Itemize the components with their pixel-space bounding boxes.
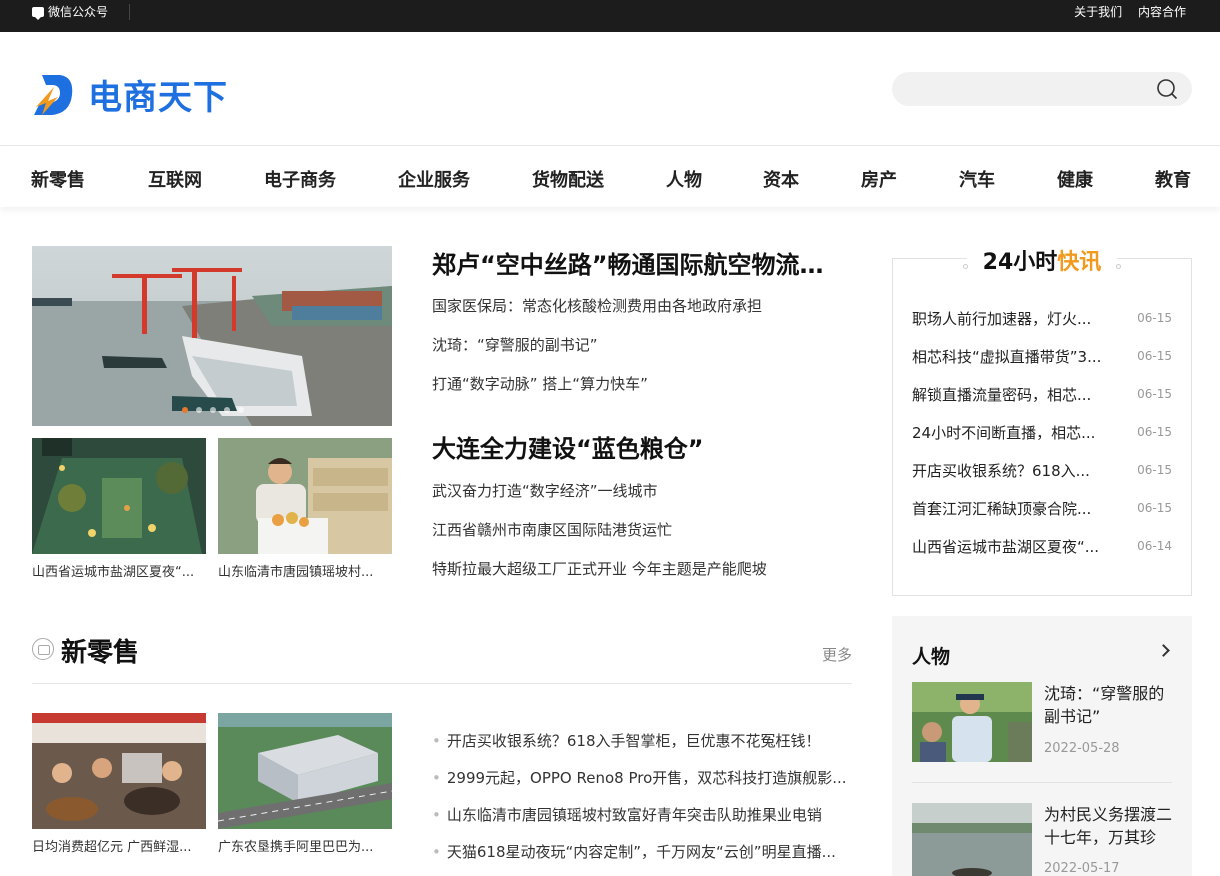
section-news-link[interactable]: 山东临清市唐园镇瑶坡村致富好青年突击队助推果业电销: [432, 804, 852, 825]
carousel-dot[interactable]: [182, 407, 188, 413]
more-link[interactable]: 更多: [822, 644, 852, 665]
flash-item[interactable]: 首套江河汇稀缺顶豪合院... 06-15: [912, 498, 1172, 519]
flash-item-date: 06-15: [1137, 387, 1172, 401]
section-news-link[interactable]: 2999元起，OPPO Reno8 Pro开售，双芯科技打造旗舰影...: [432, 767, 852, 788]
flash-item-title: 开店买收银系统？618入...: [912, 462, 1090, 480]
logo-icon: [34, 74, 73, 115]
flash-item[interactable]: 24小时不间断直播，相芯... 06-15: [912, 422, 1172, 443]
hero-thumb-caption[interactable]: 山东临清市唐园镇瑶坡村...: [218, 561, 392, 580]
flash-item[interactable]: 山西省运城市盐湖区夏夜“... 06-14: [912, 536, 1172, 557]
hero-thumb-fruit-farmer[interactable]: [218, 438, 392, 554]
wechat-label: 微信公众号: [48, 5, 109, 19]
title-dot-right: [1116, 264, 1122, 269]
sub-news-link[interactable]: 江西省赣州市南康区国际陆港货运忙: [432, 519, 672, 540]
sub-news-link[interactable]: 国家医保局：常态化核酸检测费用由各地政府承担: [432, 295, 762, 316]
section-news-link[interactable]: 天猫618星动夜玩“内容定制”，千万网友“云创”明星直播...: [432, 841, 852, 862]
carousel-dot[interactable]: [238, 407, 244, 413]
flash-title-b: 快讯: [1057, 250, 1102, 275]
flash-item[interactable]: 职场人前行加速器，灯火... 06-15: [912, 308, 1172, 329]
nav-item-new-retail[interactable]: 新零售: [31, 166, 85, 192]
hero-carousel-image[interactable]: [32, 246, 392, 426]
flash-item-date: 06-15: [1137, 425, 1172, 439]
people-divider: [912, 782, 1172, 783]
top-bar: 微信公众号 关于我们 内容合作: [0, 0, 1220, 32]
nav-item-delivery[interactable]: 货物配送: [532, 166, 604, 192]
headline-link[interactable]: 大连全力建设“蓝色粮仓”: [432, 429, 842, 464]
people-card-date: 2022-05-17: [1044, 861, 1120, 876]
logo-text: 电商天下: [88, 78, 228, 118]
nav-item-education[interactable]: 教育: [1155, 166, 1191, 192]
flash-item-title: 24小时不间断直播，相芯...: [912, 424, 1096, 442]
carousel-dot[interactable]: [196, 407, 202, 413]
carousel-dots: [182, 407, 252, 413]
people-card-title[interactable]: 为村民义务摆渡二十七年，万其珍: [1044, 803, 1174, 849]
section-news-link[interactable]: 开店买收银系统？618入手智掌柜，巨优惠不花冤枉钱！: [432, 730, 852, 751]
nav-item-internet[interactable]: 互联网: [148, 166, 202, 192]
search-box: [892, 72, 1192, 106]
chevron-right-icon[interactable]: [1157, 644, 1170, 657]
flash-item-title: 解锁直播流量密码，相芯...: [912, 386, 1092, 404]
search-icon[interactable]: [1156, 78, 1178, 100]
section-header-new-retail: 新零售 更多: [32, 632, 852, 684]
section-title: 新零售: [61, 638, 140, 668]
nav-item-realestate[interactable]: 房产: [861, 166, 897, 192]
flash-item-date: 06-15: [1137, 311, 1172, 325]
sub-news-link[interactable]: 沈琦：“穿警服的副书记”: [432, 334, 598, 355]
nav-item-auto[interactable]: 汽车: [959, 166, 995, 192]
hero-thumb-caption[interactable]: 山西省运城市盐湖区夏夜“...: [32, 561, 206, 580]
flash-item-title: 山西省运城市盐湖区夏夜“...: [912, 538, 1100, 556]
sub-news-link[interactable]: 特斯拉最大超级工厂正式开业 今年主题是产能爬坡: [432, 558, 767, 579]
flash-item[interactable]: 解锁直播流量密码，相芯... 06-15: [912, 384, 1172, 405]
hero-thumb-night-market[interactable]: [32, 438, 206, 554]
flash-title-a: 24小时: [982, 250, 1058, 275]
section-thumb-caption[interactable]: 广东农垦携手阿里巴巴为...: [218, 836, 392, 855]
wechat-icon: [32, 7, 44, 20]
topbar-links: 关于我们 内容合作: [1062, 0, 1186, 24]
headline-link[interactable]: 郑卢“空中丝路”畅通国际航空物流大...: [432, 245, 842, 280]
nav-item-enterprise[interactable]: 企业服务: [398, 166, 470, 192]
title-dot-left: [962, 264, 968, 269]
people-card-image[interactable]: [912, 803, 1032, 876]
flash-item-date: 06-14: [1137, 539, 1172, 553]
cooperation-link[interactable]: 内容合作: [1138, 5, 1186, 19]
main-nav: 新零售 互联网 电子商务 企业服务 货物配送 人物 资本 房产 汽车 健康 教育: [0, 145, 1220, 207]
flash-item-title: 职场人前行加速器，灯火...: [912, 310, 1092, 328]
flash-item-title: 相芯科技“虚拟直播带货”3...: [912, 348, 1102, 366]
topbar-divider: [129, 4, 130, 20]
people-card-date: 2022-05-28: [1044, 741, 1120, 756]
flash-item[interactable]: 开店买收银系统？618入... 06-15: [912, 460, 1172, 481]
flash-news-title: 24小时快讯: [892, 244, 1192, 276]
sub-news-link[interactable]: 打通“数字动脉” 搭上“算力快车”: [432, 373, 648, 394]
section-thumb-caption[interactable]: 日均消费超亿元 广西鲜湿...: [32, 836, 206, 855]
about-link[interactable]: 关于我们: [1074, 5, 1122, 19]
section-thumb-market[interactable]: [32, 713, 206, 829]
people-card-title[interactable]: 沈琦：“穿警服的副书记”: [1044, 682, 1174, 728]
nav-item-health[interactable]: 健康: [1057, 166, 1093, 192]
flash-item[interactable]: 相芯科技“虚拟直播带货”3... 06-15: [912, 346, 1172, 367]
nav-item-ecommerce[interactable]: 电子商务: [264, 166, 336, 192]
flash-item-date: 06-15: [1137, 501, 1172, 515]
people-card-image[interactable]: [912, 682, 1032, 762]
nav-item-people[interactable]: 人物: [666, 166, 702, 192]
sub-news-link[interactable]: 武汉奋力打造“数字经济”一线城市: [432, 480, 658, 501]
flash-item-date: 06-15: [1137, 349, 1172, 363]
people-panel-title: 人物: [912, 646, 951, 668]
carousel-dot[interactable]: [210, 407, 216, 413]
search-input[interactable]: [908, 77, 1148, 101]
flash-item-title: 首套江河汇稀缺顶豪合院...: [912, 500, 1092, 518]
carousel-dot[interactable]: [224, 407, 230, 413]
section-thumb-warehouse[interactable]: [218, 713, 392, 829]
wechat-link[interactable]: 微信公众号: [32, 0, 108, 24]
flash-item-date: 06-15: [1137, 463, 1172, 477]
site-logo[interactable]: 电商天下: [32, 70, 228, 119]
nav-item-capital[interactable]: 资本: [763, 166, 799, 192]
section-icon: [32, 638, 54, 660]
